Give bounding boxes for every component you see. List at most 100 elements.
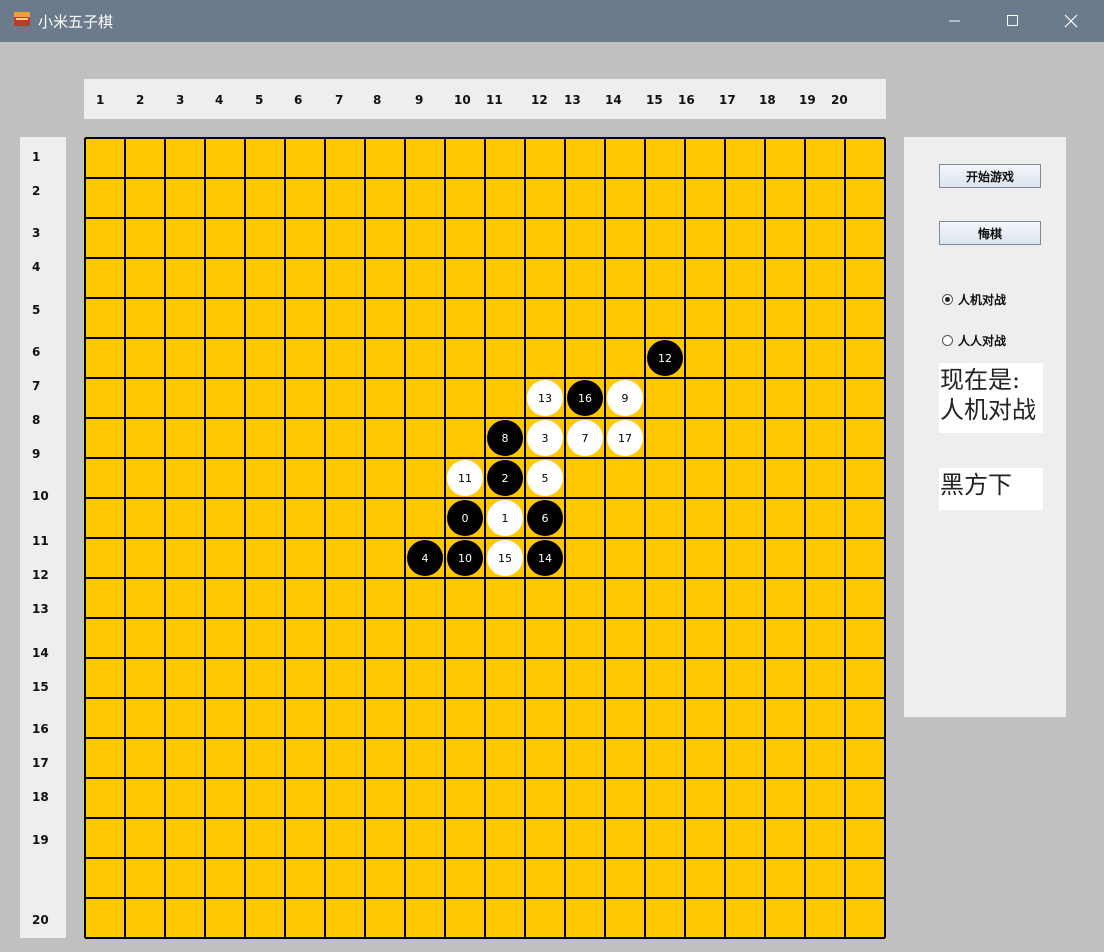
maximize-icon [1007, 15, 1018, 26]
row-label: 9 [32, 447, 41, 461]
row-label: 5 [32, 303, 41, 317]
col-label: 3 [176, 93, 185, 107]
stone-number: 5 [542, 472, 549, 485]
stone-number: 8 [502, 432, 509, 445]
row-label: 4 [32, 260, 41, 274]
row-label: 19 [32, 833, 49, 847]
black-stone: 12 [647, 340, 683, 376]
stone-number: 3 [542, 432, 549, 445]
row-label: 13 [32, 602, 49, 616]
row-header: 1 2 3 4 5 6 7 8 9 10 11 12 13 14 15 16 1… [20, 137, 66, 938]
row-label: 18 [32, 790, 49, 804]
stone-number: 2 [502, 472, 509, 485]
status-line: 人机对战 [940, 396, 1036, 424]
close-button[interactable] [1042, 0, 1100, 42]
status-line: 现在是: [940, 366, 1021, 394]
stone-number: 17 [618, 432, 632, 445]
col-label: 7 [335, 93, 344, 107]
row-label: 16 [32, 722, 49, 736]
col-label: 17 [719, 93, 736, 107]
col-label: 14 [605, 93, 622, 107]
row-label: 10 [32, 489, 49, 503]
col-label: 19 [799, 93, 816, 107]
col-label: 6 [294, 93, 303, 107]
stone-number: 11 [458, 472, 472, 485]
white-stone: 3 [527, 420, 563, 456]
row-label: 8 [32, 413, 41, 427]
col-label: 16 [678, 93, 695, 107]
row-label: 11 [32, 534, 49, 548]
minimize-button[interactable] [926, 0, 984, 42]
mode-label: 人机对战 [958, 293, 1007, 307]
radio-selected-icon [942, 294, 953, 305]
col-label: 13 [564, 93, 581, 107]
col-label: 2 [136, 93, 145, 107]
stone-number: 4 [422, 552, 429, 565]
white-stone: 9 [607, 380, 643, 416]
stone-number: 0 [462, 512, 469, 525]
row-label: 6 [32, 345, 41, 359]
row-label: 20 [32, 913, 49, 927]
black-stone: 4 [407, 540, 443, 576]
col-label: 15 [646, 93, 663, 107]
black-stone: 2 [487, 460, 523, 496]
col-label: 9 [415, 93, 424, 107]
white-stone: 1 [487, 500, 523, 536]
white-stone: 5 [527, 460, 563, 496]
stone-number: 15 [498, 552, 512, 565]
col-label: 5 [255, 93, 264, 107]
row-label: 3 [32, 226, 41, 240]
stone-number: 12 [658, 352, 672, 365]
stone-number: 9 [622, 392, 629, 405]
stone-number: 14 [538, 552, 552, 565]
stone-number: 6 [542, 512, 549, 525]
app-icon [14, 12, 30, 26]
black-stone: 8 [487, 420, 523, 456]
stone-number: 7 [582, 432, 589, 445]
white-stone: 7 [567, 420, 603, 456]
col-label: 18 [759, 93, 776, 107]
col-label: 8 [373, 93, 382, 107]
stone-number: 10 [458, 552, 472, 565]
start-game-button[interactable]: 开始游戏 [939, 164, 1041, 188]
undo-button[interactable]: 悔棋 [939, 221, 1041, 245]
row-label: 17 [32, 756, 49, 770]
black-stone: 10 [447, 540, 483, 576]
mode-radio-pvp[interactable]: 人人对战 [942, 332, 1006, 349]
col-label: 1 [96, 93, 105, 107]
maximize-button[interactable] [984, 0, 1042, 42]
row-label: 2 [32, 184, 41, 198]
mode-radio-pve[interactable]: 人机对战 [942, 291, 1006, 308]
col-label: 4 [215, 93, 224, 107]
col-label: 11 [486, 93, 503, 107]
turn-status: 黑方下 [939, 468, 1043, 510]
white-stone: 17 [607, 420, 643, 456]
col-label: 10 [454, 93, 471, 107]
row-label: 12 [32, 568, 49, 582]
white-stone: 11 [447, 460, 483, 496]
title-bar: 小米五子棋 [0, 0, 1104, 42]
game-board[interactable]: 1213 16 98 3 7 1711 2 50 1 64 10 15 14 [84, 137, 886, 939]
window-title: 小米五子棋 [38, 13, 114, 31]
row-label: 7 [32, 379, 41, 393]
column-header: 1 2 3 4 5 6 7 8 9 10 11 12 13 14 15 16 1… [84, 79, 886, 119]
col-label: 20 [831, 93, 848, 107]
radio-unselected-icon [942, 335, 953, 346]
row-label: 14 [32, 646, 49, 660]
close-icon [1064, 14, 1078, 28]
control-panel: 开始游戏 悔棋 人机对战 人人对战 现在是: 人机对战 黑方下 [904, 137, 1066, 717]
stone-number: 16 [578, 392, 592, 405]
white-stone: 13 [527, 380, 563, 416]
stone-number: 1 [502, 512, 509, 525]
white-stone: 15 [487, 540, 523, 576]
stone-number: 13 [538, 392, 552, 405]
col-label: 12 [531, 93, 548, 107]
mode-status: 现在是: 人机对战 [939, 363, 1043, 433]
mode-label: 人人对战 [958, 334, 1007, 348]
turn-text: 黑方下 [940, 471, 1012, 499]
black-stone: 0 [447, 500, 483, 536]
black-stone: 6 [527, 500, 563, 536]
row-label: 1 [32, 150, 41, 164]
black-stone: 14 [527, 540, 563, 576]
black-stone: 16 [567, 380, 603, 416]
